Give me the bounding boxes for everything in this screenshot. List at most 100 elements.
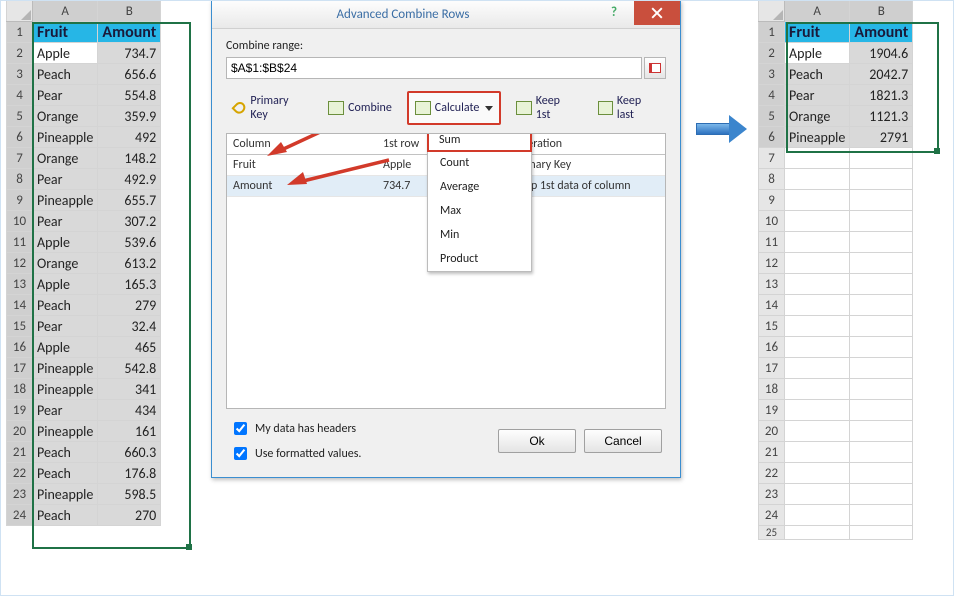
data-cell[interactable]: Pear xyxy=(33,169,98,190)
empty-cell[interactable] xyxy=(850,337,913,358)
empty-cell[interactable] xyxy=(850,463,913,484)
row-header[interactable]: 19 xyxy=(7,400,33,421)
dropdown-item-sum[interactable]: Sum xyxy=(427,133,532,152)
data-cell[interactable]: 165.3 xyxy=(98,274,161,295)
data-cell[interactable]: Pear xyxy=(33,85,98,106)
row-header[interactable]: 23 xyxy=(759,484,785,505)
row-header[interactable]: 2 xyxy=(759,43,785,64)
table-header-cell[interactable]: Fruit xyxy=(785,22,850,43)
row-header[interactable]: 7 xyxy=(7,148,33,169)
formatted-values-checkbox-input[interactable] xyxy=(234,447,247,460)
data-cell[interactable]: 2042.7 xyxy=(850,64,913,85)
col-header-a[interactable]: A xyxy=(33,1,98,22)
row-header[interactable]: 7 xyxy=(759,148,785,169)
row-header[interactable]: 8 xyxy=(7,169,33,190)
row-header[interactable]: 25 xyxy=(759,526,785,540)
headers-checkbox[interactable]: My data has headers xyxy=(230,419,361,438)
data-cell[interactable]: 32.4 xyxy=(98,316,161,337)
empty-cell[interactable] xyxy=(785,169,850,190)
data-cell[interactable]: Pineapple xyxy=(785,127,850,148)
data-cell[interactable]: 270 xyxy=(98,505,161,526)
empty-cell[interactable] xyxy=(785,526,850,540)
data-cell[interactable]: Apple xyxy=(785,43,850,64)
data-cell[interactable]: Apple xyxy=(33,232,98,253)
empty-cell[interactable] xyxy=(785,337,850,358)
ok-button[interactable]: Ok xyxy=(498,429,576,453)
data-cell[interactable]: 148.2 xyxy=(98,148,161,169)
data-cell[interactable]: Apple xyxy=(33,337,98,358)
data-cell[interactable]: 492.9 xyxy=(98,169,161,190)
row-header[interactable]: 12 xyxy=(7,253,33,274)
data-cell[interactable]: 1821.3 xyxy=(850,85,913,106)
data-cell[interactable]: 554.8 xyxy=(98,85,161,106)
dropdown-item-product[interactable]: Product xyxy=(428,247,531,271)
empty-cell[interactable] xyxy=(785,190,850,211)
empty-cell[interactable] xyxy=(850,295,913,316)
dropdown-item-min[interactable]: Min xyxy=(428,223,531,247)
col-header-b[interactable]: B xyxy=(98,1,161,22)
combine-button[interactable]: Combine xyxy=(321,91,399,125)
empty-cell[interactable] xyxy=(850,379,913,400)
columns-grid[interactable]: Column 1st row Operation Fruit Apple Pri… xyxy=(226,133,666,409)
empty-cell[interactable] xyxy=(850,316,913,337)
data-cell[interactable]: 176.8 xyxy=(98,463,161,484)
row-header[interactable]: 16 xyxy=(759,337,785,358)
empty-cell[interactable] xyxy=(850,274,913,295)
empty-cell[interactable] xyxy=(785,253,850,274)
data-cell[interactable]: Pineapple xyxy=(33,379,98,400)
data-cell[interactable]: 734.7 xyxy=(98,43,161,64)
dropdown-item-average[interactable]: Average xyxy=(428,175,531,199)
data-cell[interactable]: 492 xyxy=(98,127,161,148)
row-header[interactable]: 11 xyxy=(759,232,785,253)
row-header[interactable]: 16 xyxy=(7,337,33,358)
table-header-cell[interactable]: Fruit xyxy=(33,22,98,43)
row-header[interactable]: 24 xyxy=(759,505,785,526)
row-header[interactable]: 9 xyxy=(759,190,785,211)
data-cell[interactable]: 613.2 xyxy=(98,253,161,274)
select-all-corner[interactable] xyxy=(759,1,785,22)
data-cell[interactable]: Pineapple xyxy=(33,358,98,379)
data-cell[interactable]: 279 xyxy=(98,295,161,316)
right-spreadsheet[interactable]: A B 1 Fruit Amount 2Apple1904.63Peach204… xyxy=(758,0,913,540)
row-header[interactable]: 1 xyxy=(7,22,33,43)
row-header[interactable]: 5 xyxy=(759,106,785,127)
data-cell[interactable]: Pear xyxy=(33,211,98,232)
data-cell[interactable]: Pineapple xyxy=(33,127,98,148)
row-header[interactable]: 17 xyxy=(759,358,785,379)
row-header[interactable]: 5 xyxy=(7,106,33,127)
row-header[interactable]: 14 xyxy=(7,295,33,316)
row-header[interactable]: 4 xyxy=(759,85,785,106)
data-cell[interactable]: Peach xyxy=(785,64,850,85)
calculate-button[interactable]: Calculate xyxy=(407,91,502,125)
data-cell[interactable]: Orange xyxy=(33,106,98,127)
formatted-values-checkbox[interactable]: Use formatted values. xyxy=(230,444,361,463)
row-header[interactable]: 17 xyxy=(7,358,33,379)
data-cell[interactable]: 542.8 xyxy=(98,358,161,379)
data-cell[interactable]: Orange xyxy=(785,106,850,127)
data-cell[interactable]: Pear xyxy=(785,85,850,106)
col-header-b[interactable]: B xyxy=(850,1,913,22)
data-cell[interactable]: Pineapple xyxy=(33,421,98,442)
row-header[interactable]: 22 xyxy=(7,463,33,484)
row-header[interactable]: 11 xyxy=(7,232,33,253)
row-header[interactable]: 21 xyxy=(7,442,33,463)
data-cell[interactable]: Peach xyxy=(33,505,98,526)
row-header[interactable]: 12 xyxy=(759,253,785,274)
table-header-cell[interactable]: Amount xyxy=(850,22,913,43)
row-header[interactable]: 23 xyxy=(7,484,33,505)
empty-cell[interactable] xyxy=(785,505,850,526)
row-header[interactable]: 15 xyxy=(7,316,33,337)
empty-cell[interactable] xyxy=(785,232,850,253)
col-header-a[interactable]: A xyxy=(785,1,850,22)
row-header[interactable]: 18 xyxy=(759,379,785,400)
data-cell[interactable]: 598.5 xyxy=(98,484,161,505)
data-cell[interactable]: Apple xyxy=(33,43,98,64)
data-cell[interactable]: Pear xyxy=(33,316,98,337)
data-cell[interactable]: Orange xyxy=(33,148,98,169)
empty-cell[interactable] xyxy=(850,526,913,540)
data-cell[interactable]: Pear xyxy=(33,400,98,421)
row-header[interactable]: 14 xyxy=(759,295,785,316)
keep-last-button[interactable]: Keep last xyxy=(591,91,667,125)
grid-col-column[interactable]: Column xyxy=(227,134,377,155)
empty-cell[interactable] xyxy=(850,169,913,190)
